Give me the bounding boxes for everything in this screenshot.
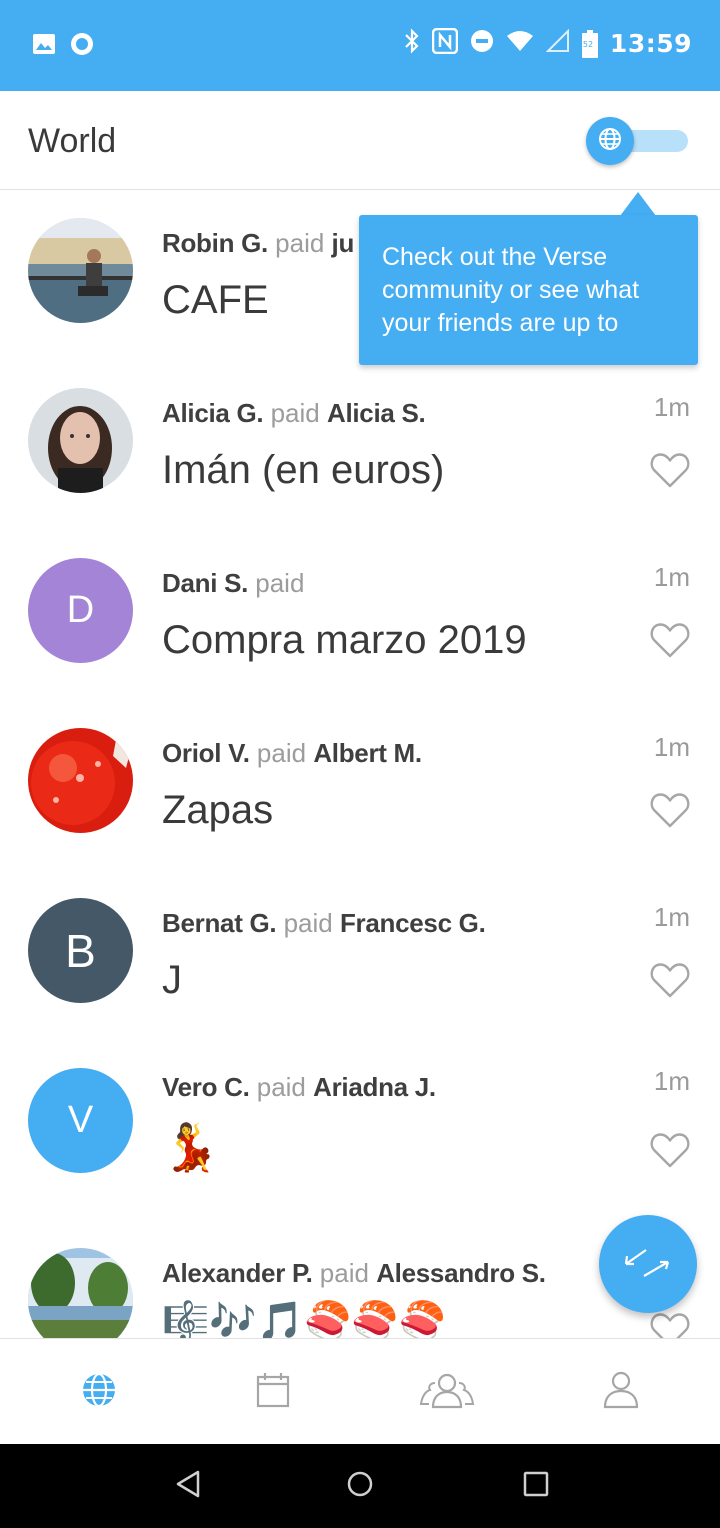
- paid-label: paid: [255, 568, 305, 598]
- home-circle-icon: [346, 1470, 374, 1503]
- globe-icon: [598, 127, 622, 156]
- feed-item[interactable]: B Bernat G. paid Francesc G. J 1m: [0, 870, 720, 1040]
- heart-icon[interactable]: [650, 962, 690, 998]
- payment-names: Dani S. paid: [162, 568, 304, 599]
- nav-profile[interactable]: [591, 1367, 651, 1417]
- payee-name[interactable]: Alessandro S.: [376, 1258, 546, 1288]
- payer-name[interactable]: Dani S.: [162, 568, 248, 598]
- back-triangle-icon: [174, 1469, 202, 1504]
- nav-calendar[interactable]: [243, 1367, 303, 1417]
- avatar-letter: B: [65, 924, 96, 977]
- payee-name[interactable]: ju: [332, 228, 355, 258]
- onboarding-tooltip[interactable]: Check out the Verse community or see wha…: [359, 215, 698, 365]
- nav-world[interactable]: [69, 1367, 129, 1417]
- payment-note: J: [162, 958, 182, 1002]
- paid-label: paid: [275, 228, 325, 258]
- battery-icon: 52: [581, 29, 598, 58]
- battery-level: 52: [582, 39, 594, 49]
- tooltip-arrow: [620, 192, 656, 216]
- avatar[interactable]: B: [28, 898, 133, 1003]
- status-bar: 52 13:59: [0, 0, 720, 91]
- avatar[interactable]: [28, 728, 133, 833]
- payer-name[interactable]: Oriol V.: [162, 738, 250, 768]
- recents-button[interactable]: [520, 1470, 552, 1502]
- heart-icon[interactable]: [650, 622, 690, 658]
- signal-icon: [545, 28, 570, 58]
- status-time: 13:59: [609, 29, 692, 58]
- payment-names: Bernat G. paid Francesc G.: [162, 908, 486, 939]
- payee-name[interactable]: Albert M.: [313, 738, 422, 768]
- payment-names: Oriol V. paid Albert M.: [162, 738, 422, 769]
- timestamp: 1m: [653, 732, 690, 762]
- feed-item[interactable]: V Vero C. paid Ariadna J. 💃 1m: [0, 1040, 720, 1210]
- avatar[interactable]: [28, 388, 133, 493]
- payment-names: Vero C. paid Ariadna J.: [162, 1072, 436, 1103]
- feed-item[interactable]: D Dani S. paid Compra marzo 2019 1m: [0, 530, 720, 700]
- toggle-knob[interactable]: [586, 117, 634, 165]
- payment-names: Alexander P. paid Alessandro S.: [162, 1258, 546, 1289]
- heart-icon[interactable]: [650, 1312, 690, 1338]
- timestamp: 1m: [653, 562, 690, 592]
- avatar[interactable]: V: [28, 1068, 133, 1173]
- payer-name[interactable]: Vero C.: [162, 1072, 250, 1102]
- timestamp: 1m: [653, 902, 690, 932]
- payment-names: Robin G. paid ju: [162, 228, 354, 259]
- bottom-navigation: [0, 1338, 720, 1444]
- heart-icon[interactable]: [650, 1132, 690, 1168]
- payer-name[interactable]: Robin G.: [162, 228, 268, 258]
- page-title: World: [28, 122, 117, 160]
- payment-note: Compra marzo 2019: [162, 618, 527, 662]
- do-not-disturb-icon: [470, 29, 494, 58]
- home-button[interactable]: [344, 1470, 376, 1502]
- circle-notification-icon: [70, 32, 94, 61]
- system-navigation-bar: [0, 1444, 720, 1528]
- avatar[interactable]: [28, 218, 133, 323]
- tooltip-text: Check out the Verse community or see wha…: [382, 243, 640, 337]
- avatar-letter: D: [66, 589, 95, 631]
- group-icon: [418, 1371, 476, 1414]
- world-friends-toggle[interactable]: [586, 117, 690, 165]
- globe-icon: [81, 1372, 117, 1413]
- avatar[interactable]: D: [28, 558, 133, 663]
- transfer-arrows-icon: [622, 1242, 674, 1287]
- paid-label: paid: [319, 1258, 369, 1288]
- payer-name[interactable]: Alexander P.: [162, 1258, 313, 1288]
- calendar-icon: [256, 1372, 290, 1413]
- payee-name[interactable]: Francesc G.: [340, 908, 486, 938]
- payment-note: Zapas: [162, 788, 274, 832]
- image-icon: [32, 33, 56, 60]
- payer-name[interactable]: Alicia G.: [162, 398, 264, 428]
- nav-friends[interactable]: [417, 1367, 477, 1417]
- avatar-letter: V: [67, 1099, 94, 1141]
- paid-label: paid: [256, 1072, 306, 1102]
- heart-icon[interactable]: [650, 452, 690, 488]
- paid-label: paid: [283, 908, 333, 938]
- feed-item[interactable]: Alicia G. paid Alicia S. Imán (en euros)…: [0, 360, 720, 530]
- avatar[interactable]: [28, 1248, 133, 1338]
- payer-name[interactable]: Bernat G.: [162, 908, 277, 938]
- payee-name[interactable]: Ariadna J.: [313, 1072, 436, 1102]
- payment-note: 💃: [162, 1121, 220, 1173]
- heart-icon[interactable]: [650, 792, 690, 828]
- back-button[interactable]: [172, 1470, 204, 1502]
- payment-note: CAFE: [162, 278, 269, 322]
- nfc-icon: [431, 27, 459, 59]
- bluetooth-icon: [404, 28, 420, 59]
- feed-item[interactable]: Oriol V. paid Albert M. Zapas 1m: [0, 700, 720, 870]
- person-icon: [603, 1371, 639, 1414]
- timestamp: 1m: [653, 392, 690, 422]
- wifi-icon: [506, 30, 534, 57]
- recents-square-icon: [523, 1471, 549, 1502]
- paid-label: paid: [256, 738, 307, 768]
- payment-names: Alicia G. paid Alicia S.: [162, 398, 426, 429]
- timestamp: 1m: [653, 1066, 690, 1096]
- payment-note: Imán (en euros): [162, 448, 445, 492]
- new-transaction-button[interactable]: [599, 1215, 697, 1313]
- payment-note: 🎼🎶🎵🍣🍣🍣: [162, 1301, 446, 1338]
- paid-label: paid: [270, 398, 320, 428]
- payee-name[interactable]: Alicia S.: [327, 398, 426, 428]
